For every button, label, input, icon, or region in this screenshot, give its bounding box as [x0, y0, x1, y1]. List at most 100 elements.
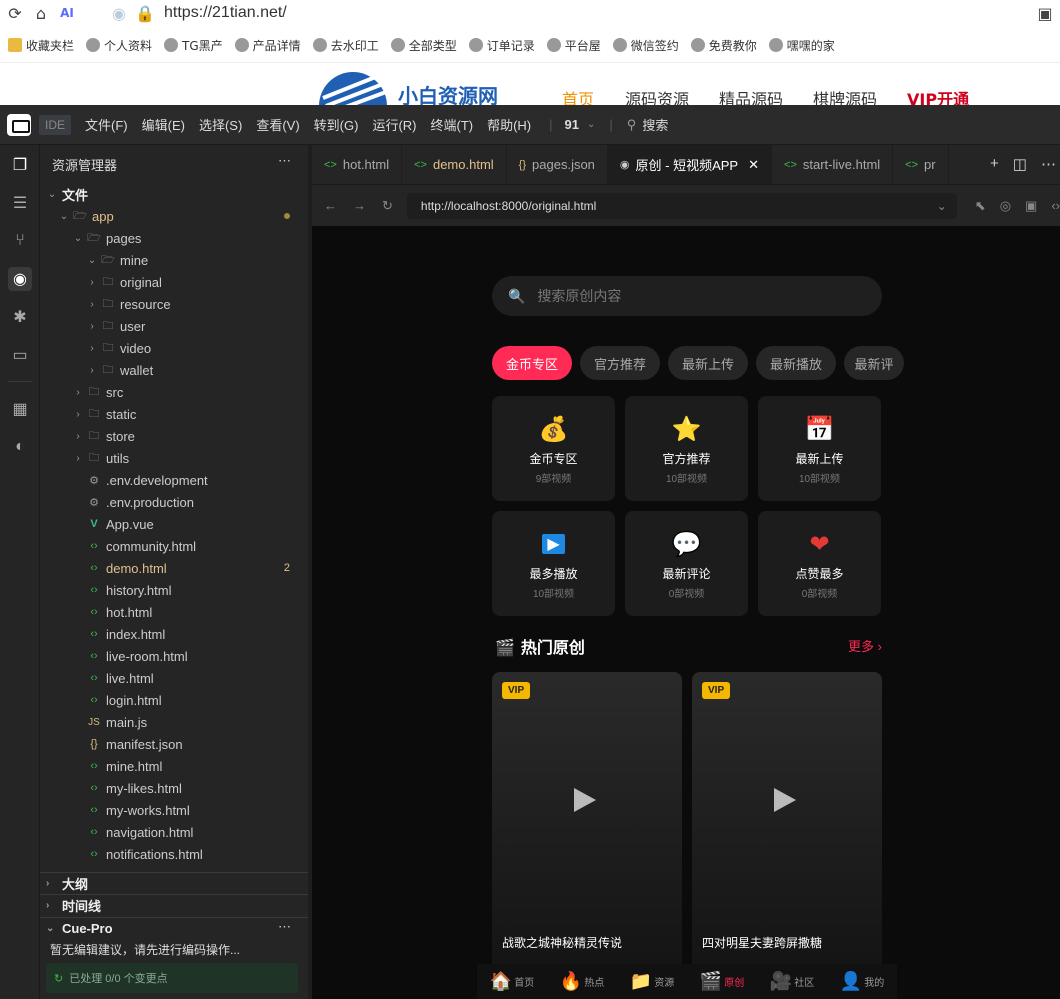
tree-item[interactable]: ‹› community.html [40, 535, 308, 557]
reload-icon[interactable]: ↻ [382, 198, 393, 214]
preview-icon[interactable]: ◉ [8, 267, 32, 291]
more-icon[interactable]: ⋯ [1041, 155, 1056, 173]
tree-item[interactable]: V App.vue [40, 513, 308, 535]
tree-item[interactable]: ‹› hot.html [40, 601, 308, 623]
video-card[interactable]: VIP 战歌之城神秘精灵传说 [492, 672, 682, 972]
home-icon[interactable]: ⌂ [30, 4, 52, 23]
ai-icon[interactable]: AI [56, 6, 78, 20]
play-icon[interactable] [774, 788, 796, 812]
menu-item[interactable]: 终端(T) [430, 115, 473, 134]
tree-item[interactable]: {} manifest.json [40, 733, 308, 755]
tree-item[interactable]: ‹› demo.html 2 [40, 557, 308, 579]
forward-icon[interactable]: → [353, 198, 366, 213]
back-icon[interactable]: ← [324, 198, 337, 213]
category-chip[interactable]: 官方推荐 [580, 346, 660, 380]
bookmark-item[interactable]: 免费教你 [690, 37, 757, 54]
bookmark-item[interactable]: 产品详情 [234, 37, 301, 54]
category-chip[interactable]: 最新上传 [668, 346, 748, 380]
tabbar-item[interactable]: 🔥 热点 [560, 971, 604, 992]
editor-tab[interactable]: <> pr [893, 145, 949, 184]
editor-tab[interactable]: <> hot.html [312, 145, 403, 184]
files-icon[interactable]: ❐ [8, 153, 32, 177]
add-icon[interactable]: + [990, 155, 999, 173]
tabbar-item[interactable]: 🎬 原创 [700, 971, 744, 992]
tree-item[interactable]: › 🗀 store [40, 425, 308, 447]
tree-item[interactable]: › 🗀 wallet [40, 359, 308, 381]
tree-item[interactable]: ⌄ 🗁 app [40, 205, 308, 227]
source-control-icon[interactable]: ⑂ [8, 229, 32, 253]
tree-item[interactable]: › 🗀 user [40, 315, 308, 337]
menu-item[interactable]: 编辑(E) [142, 115, 185, 134]
menu-item[interactable]: 运行(R) [372, 115, 416, 134]
compass-icon[interactable]: ◎ [1000, 198, 1011, 214]
section-files[interactable]: ⌄ 文件 [40, 183, 308, 205]
global-search[interactable]: 搜索 [642, 115, 668, 134]
tree-item[interactable]: ‹› my-likes.html [40, 777, 308, 799]
search-input[interactable]: 🔍 搜索原创内容 [492, 276, 882, 316]
code-icon[interactable]: ‹› [1051, 198, 1060, 213]
tree-item[interactable]: ‹› index.html [40, 623, 308, 645]
tree-item[interactable]: ‹› notifications.html [40, 843, 308, 865]
editor-tab[interactable]: {} pages.json [507, 145, 608, 184]
editor-tab[interactable]: <> start-live.html [772, 145, 894, 184]
version-select[interactable]: 91 [565, 117, 579, 132]
bookmark-item[interactable]: 全部类型 [390, 37, 457, 54]
close-icon[interactable]: ✕ [748, 157, 759, 173]
tree-item[interactable]: ‹› live.html [40, 667, 308, 689]
tree-item[interactable]: › 🗀 original [40, 271, 308, 293]
category-chip[interactable]: 最新播放 [756, 346, 836, 380]
debug-icon[interactable]: ✱ [8, 305, 32, 329]
category-chip[interactable]: 最新评 [844, 346, 904, 380]
monitor-icon[interactable]: ▭ [8, 343, 32, 367]
category-chip[interactable]: 金币专区 [492, 346, 572, 380]
chevron-down-icon[interactable]: ⌄ [587, 119, 595, 130]
tree-item[interactable]: › 🗀 video [40, 337, 308, 359]
video-card[interactable]: VIP 四对明星夫妻跨屏撒糖 [692, 672, 882, 972]
find-icon[interactable]: ☰ [8, 191, 32, 215]
tabbar-item[interactable]: 🏠 首页 [490, 971, 534, 992]
panel-header[interactable]: ⌄ Cue-Pro [40, 917, 308, 939]
tree-item[interactable]: ‹› mine.html [40, 755, 308, 777]
tree-item[interactable]: › 🗀 resource [40, 293, 308, 315]
tree-item[interactable]: › 🗀 src [40, 381, 308, 403]
tree-item[interactable]: ⌄ 🗁 mine [40, 249, 308, 271]
menu-item[interactable]: 选择(S) [199, 115, 242, 134]
bookmark-item[interactable]: 微信签约 [612, 37, 679, 54]
tree-item[interactable]: ‹› my-works.html [40, 799, 308, 821]
tree-item[interactable]: ⌄ 🗁 pages [40, 227, 308, 249]
tree-item[interactable]: ⚙ .env.production [40, 491, 308, 513]
editor-tab[interactable]: ◉ 原创 - 短视频APP ✕ [607, 145, 773, 184]
editor-tab[interactable]: <> demo.html [402, 145, 507, 184]
extensions-icon[interactable]: ▦ [8, 397, 32, 421]
tree-item[interactable]: ‹› navigation.html [40, 821, 308, 843]
tabbar-item[interactable]: 📁 资源 [630, 971, 674, 992]
bookmark-item[interactable]: 个人资料 [86, 37, 152, 54]
tree-item[interactable]: ‹› live-room.html [40, 645, 308, 667]
tree-item[interactable]: › 🗀 static [40, 403, 308, 425]
bookmark-item[interactable]: 收藏夹栏 [8, 37, 74, 54]
play-icon[interactable] [574, 788, 596, 812]
tree-item[interactable]: JS main.js [40, 711, 308, 733]
bookmark-item[interactable]: 嘿嘿的家 [768, 37, 835, 54]
panel-header[interactable]: › 大纲 [40, 872, 308, 894]
category-card[interactable]: ▶ 最多播放 10部视频 [492, 511, 615, 616]
url-field[interactable]: https://21tian.net/ [164, 4, 287, 22]
tabbar-item[interactable]: 👤 我的 [840, 971, 884, 992]
preview-url-field[interactable]: http://localhost:8000/original.html ⌄ [406, 192, 957, 219]
split-icon[interactable]: ◫ [1013, 155, 1027, 173]
category-card[interactable]: 📅 最新上传 10部视频 [758, 396, 881, 501]
tabbar-item[interactable]: 🎥 社区 [770, 971, 814, 992]
screenshot-icon[interactable]: ▣ [1025, 198, 1037, 214]
tree-item[interactable]: ‹› history.html [40, 579, 308, 601]
category-card[interactable]: 💬 最新评论 0部视频 [625, 511, 748, 616]
reload-icon[interactable]: ⟳ [4, 4, 26, 23]
menu-item[interactable]: 文件(F) [85, 115, 128, 134]
chevron-down-icon[interactable]: ⌄ [937, 199, 947, 213]
bookmark-item[interactable]: 平台屋 [546, 37, 601, 54]
tree-item[interactable]: › 🗀 utils [40, 447, 308, 469]
tree-item[interactable]: ‹› login.html [40, 689, 308, 711]
category-card[interactable]: ⭐ 官方推荐 10部视频 [625, 396, 748, 501]
category-card[interactable]: 💰 金币专区 9部视频 [492, 396, 615, 501]
bookmark-item[interactable]: 订单记录 [468, 37, 535, 54]
inspect-icon[interactable]: ⬉ [975, 198, 986, 214]
